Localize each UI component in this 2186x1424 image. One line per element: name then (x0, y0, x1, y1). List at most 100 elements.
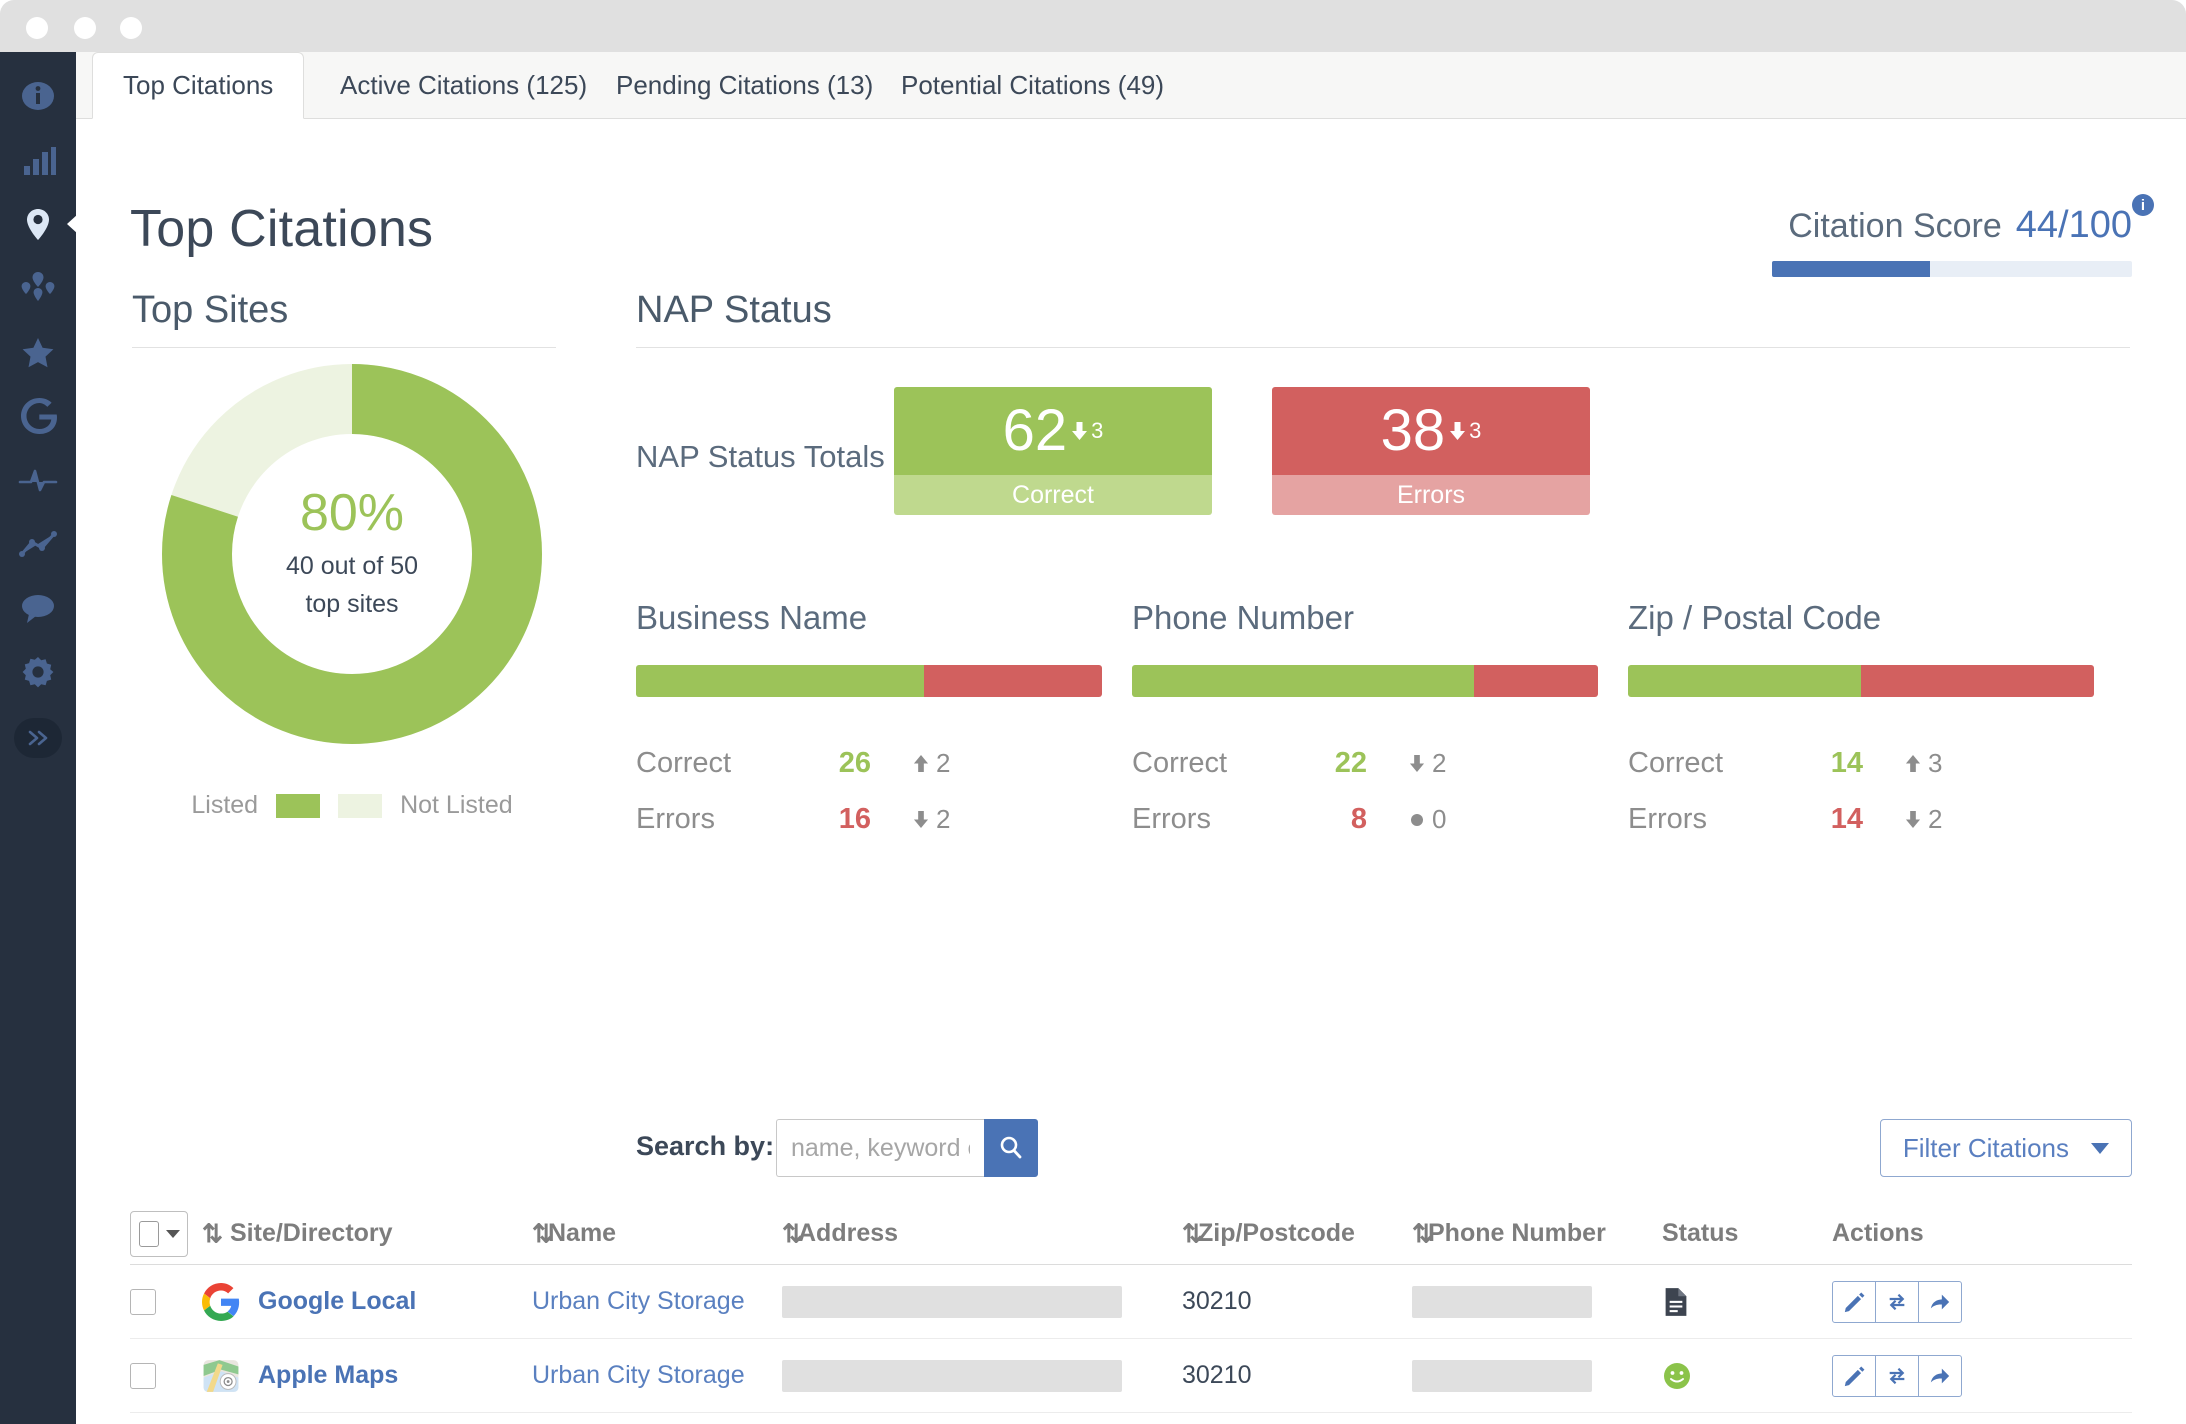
refresh-icon (1886, 1291, 1908, 1313)
nap-errors-delta: 3 (1449, 418, 1481, 444)
metric-row-errors: Errors 16 2 (636, 791, 1102, 847)
sidebar-item-social[interactable] (0, 576, 76, 640)
search-label: Search by: (636, 1131, 774, 1162)
row-checkbox[interactable] (130, 1289, 156, 1315)
nap-errors-delta-value: 3 (1469, 418, 1481, 444)
divider (636, 347, 2130, 348)
sort-icon: ⇅ (532, 1219, 542, 1249)
tab-top-citations[interactable]: Top Citations (92, 52, 304, 119)
document-icon[interactable] (1662, 1287, 1690, 1317)
column-label: Status (1662, 1219, 1738, 1248)
metric-row-correct: Correct 14 3 (1628, 735, 2094, 791)
tab-label: Pending Citations (13) (616, 70, 873, 101)
donut-center-label: 80% 40 out of 50 top sites (202, 485, 502, 623)
column-header-name[interactable]: ⇅Name (532, 1219, 782, 1249)
metric-row-label: Correct (636, 747, 786, 780)
legend-label-not-listed: Not Listed (400, 791, 513, 820)
sidebar-item-google[interactable] (0, 384, 76, 448)
sidebar-item-activity[interactable] (0, 448, 76, 512)
metric-row-delta: 0 (1409, 804, 1446, 835)
row-status-cell (1662, 1287, 1832, 1317)
arrow-down-icon (1449, 421, 1466, 441)
share-icon (1929, 1365, 1951, 1387)
row-site-cell: Apple Maps (202, 1357, 532, 1395)
row-action-group (1832, 1281, 1962, 1323)
metric-row-value: 8 (1282, 803, 1367, 836)
refresh-button[interactable] (1875, 1355, 1919, 1397)
nap-totals-label: NAP Status Totals (636, 439, 885, 475)
metric-row-delta-value: 2 (1928, 804, 1942, 835)
smiley-happy-icon[interactable] (1662, 1361, 1692, 1391)
share-button[interactable] (1918, 1355, 1962, 1397)
metric-row-label: Errors (1132, 803, 1282, 836)
column-header-status: Status (1662, 1219, 1832, 1248)
row-zip-value: 30210 (1182, 1361, 1252, 1390)
nap-correct-delta-value: 3 (1091, 418, 1103, 444)
row-site-name[interactable]: Google Local (258, 1287, 416, 1316)
edit-button[interactable] (1832, 1281, 1876, 1323)
sidebar-item-settings[interactable] (0, 640, 76, 704)
sidebar-item-local-listings[interactable] (0, 256, 76, 320)
main-panel: Top Citations Citation Score 44/100 i To… (76, 119, 2186, 1424)
search-input[interactable] (776, 1119, 984, 1177)
metric-bar-errors (924, 665, 1102, 697)
metric-row-delta-value: 2 (936, 748, 950, 779)
select-all-dropdown[interactable] (130, 1211, 188, 1257)
row-site-cell: Google Local (202, 1283, 532, 1321)
nap-correct-delta: 3 (1071, 418, 1103, 444)
sidebar-item-reviews[interactable] (0, 320, 76, 384)
search-button[interactable] (984, 1119, 1038, 1177)
donut-legend: Listed Not Listed (132, 791, 572, 820)
info-icon[interactable]: i (2132, 194, 2154, 216)
nap-correct-footer: Correct (894, 475, 1212, 515)
tab-active-citations[interactable]: Active Citations (125) (310, 52, 617, 119)
metric-row-value: 22 (1282, 747, 1367, 780)
sidebar-expand-button[interactable] (14, 718, 62, 758)
google-icon (202, 1283, 240, 1321)
donut-percent: 80% (202, 485, 502, 542)
minimize-dot[interactable] (74, 17, 96, 39)
sidebar-item-info[interactable] (0, 64, 76, 128)
row-business-name[interactable]: Urban City Storage (532, 1287, 745, 1316)
metric-title: Business Name (636, 599, 1102, 637)
table-row: Apple Maps Urban City Storage 30210 (130, 1339, 2132, 1413)
column-header-site-directory[interactable]: ⇅Site/Directory (202, 1219, 532, 1249)
maximize-dot[interactable] (120, 17, 142, 39)
tab-pending-citations[interactable]: Pending Citations (13) (586, 52, 903, 119)
filter-citations-button[interactable]: Filter Citations (1880, 1119, 2132, 1177)
metric-stacked-bar (636, 665, 1102, 697)
search-icon (997, 1134, 1025, 1162)
refresh-button[interactable] (1875, 1281, 1919, 1323)
phone-redaction-bar (1412, 1286, 1592, 1318)
metric-row-correct: Correct 26 2 (636, 735, 1102, 791)
row-checkbox[interactable] (130, 1363, 156, 1389)
metric-zip-postal-code: Zip / Postal Code Correct 14 3 Errors 14 (1628, 599, 2094, 847)
row-site-name[interactable]: Apple Maps (258, 1361, 398, 1390)
close-dot[interactable] (26, 17, 48, 39)
edit-button[interactable] (1832, 1355, 1876, 1397)
app-window: Top Citations Active Citations (125) Pen… (0, 0, 2186, 1424)
refresh-icon (1886, 1365, 1908, 1387)
section-title-nap-status: NAP Status (636, 289, 832, 348)
row-business-name[interactable]: Urban City Storage (532, 1361, 745, 1390)
share-button[interactable] (1918, 1281, 1962, 1323)
metric-phone-number: Phone Number Correct 22 2 Errors 8 (1132, 599, 1598, 847)
sidebar-item-rankings[interactable] (0, 128, 76, 192)
column-header-address[interactable]: ⇅Address (782, 1219, 1182, 1249)
metric-bar-correct (1132, 665, 1474, 697)
sidebar (0, 52, 76, 1424)
row-phone-cell (1412, 1360, 1662, 1392)
table-row: Google Local Urban City Storage 30210 (130, 1265, 2132, 1339)
legend-label-listed: Listed (191, 791, 258, 820)
column-header-phone-number[interactable]: ⇅Phone Number (1412, 1219, 1662, 1249)
select-all-checkbox[interactable] (139, 1221, 159, 1247)
row-address-cell (782, 1360, 1182, 1392)
column-header-zip-postcode[interactable]: ⇅Zip/Postcode (1182, 1219, 1412, 1249)
metric-title: Phone Number (1132, 599, 1598, 637)
sidebar-item-trends[interactable] (0, 512, 76, 576)
address-redaction-bar (782, 1286, 1122, 1318)
sidebar-item-citations[interactable] (0, 192, 76, 256)
row-select-cell (130, 1363, 202, 1389)
tab-potential-citations[interactable]: Potential Citations (49) (871, 52, 1194, 119)
row-actions-cell (1832, 1355, 2112, 1397)
